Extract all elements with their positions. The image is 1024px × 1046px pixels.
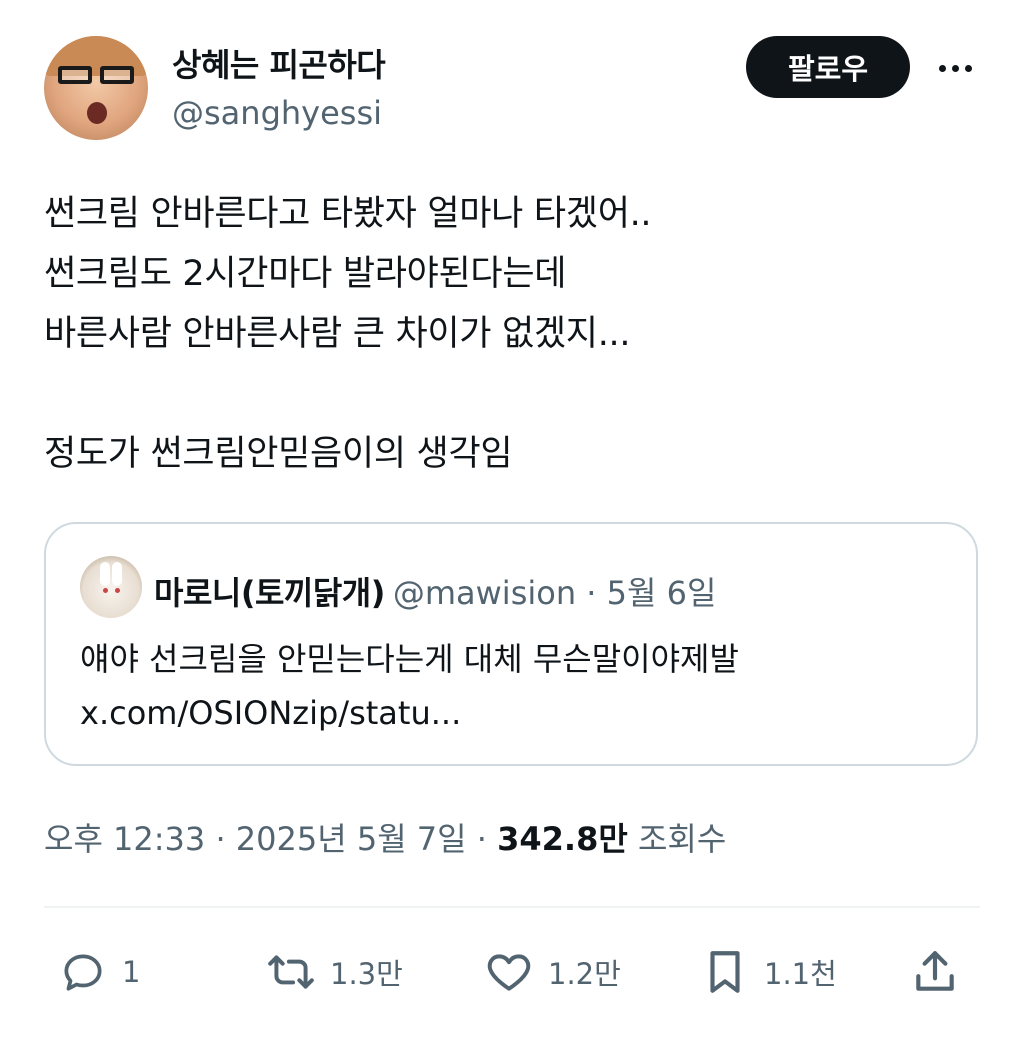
tweet: 상혜는 피곤하다 @sanghyessi 팔로우 썬크림 안바른다고 타봤자 얼…	[0, 0, 1024, 1046]
author-display-name[interactable]: 상혜는 피곤하다	[172, 40, 386, 86]
avatar-glasses	[58, 66, 134, 84]
bookmark-button[interactable]: 1.1천	[700, 940, 837, 1004]
tweet-text-line: 썬크림 안바른다고 타봤자 얼마나 타겠어..	[44, 194, 652, 234]
author-handle[interactable]: @sanghyessi	[172, 94, 382, 132]
tweet-text: 썬크림 안바른다고 타봤자 얼마나 타겠어.. 썬크림도 2시간마다 발라야된다…	[44, 184, 984, 484]
quoted-tweet-link[interactable]: x.com/OSIONzip/statu...	[80, 686, 739, 740]
more-options-icon[interactable]	[930, 48, 980, 88]
tweet-text-line: 정도가 썬크림안믿음이의 생각임	[44, 434, 513, 474]
views-count: 342.8만	[497, 820, 628, 858]
avatar-mouth	[87, 102, 107, 124]
views-label: 조회수	[627, 820, 727, 858]
quoted-author-name: 마로니(토끼닭개)	[154, 574, 385, 612]
share-button[interactable]	[910, 940, 960, 1004]
action-bar: 1 1.3만 1.2만 1.1천	[44, 940, 980, 1004]
like-count: 1.2만	[548, 957, 621, 991]
tweet-text-line: 바른사람 안바른사람 큰 차이가 없겠지...	[44, 314, 631, 354]
repost-count: 1.3만	[330, 957, 403, 991]
tweet-timestamp[interactable]: 오후 12:33 · 2025년 5월 7일 ·	[44, 820, 497, 858]
reply-icon	[64, 954, 102, 991]
bookmark-count: 1.1천	[764, 957, 837, 991]
like-button[interactable]: 1.2만	[484, 940, 621, 1004]
heart-icon	[487, 954, 531, 991]
quoted-author-handle-date: @mawision · 5월 6일	[392, 574, 717, 612]
reply-count: 1	[122, 955, 141, 989]
quoted-tweet-body: 얘야 선크림을 안믿는다는게 대체 무슨말이야제발	[80, 640, 739, 678]
bookmark-icon	[710, 951, 740, 993]
quoted-tweet-card[interactable]: 마로니(토끼닭개) @mawision · 5월 6일 얘야 선크림을 안믿는다는…	[44, 522, 978, 766]
quoted-tweet-header: 마로니(토끼닭개) @mawision · 5월 6일	[154, 568, 716, 614]
tweet-text-line: 썬크림도 2시간마다 발라야된다는데	[44, 254, 567, 294]
repost-icon	[268, 955, 314, 989]
quoted-author-avatar	[80, 556, 142, 618]
author-avatar[interactable]	[44, 36, 148, 140]
tweet-meta: 오후 12:33 · 2025년 5월 7일 · 342.8만 조회수	[44, 814, 726, 860]
repost-button[interactable]: 1.3만	[266, 940, 403, 1004]
divider	[44, 906, 980, 908]
tweet-text-blank-line	[44, 364, 984, 424]
follow-button[interactable]: 팔로우	[746, 36, 910, 98]
reply-button[interactable]: 1	[58, 940, 140, 1004]
share-icon	[916, 951, 954, 991]
quoted-tweet-text: 얘야 선크림을 안믿는다는게 대체 무슨말이야제발 x.com/OSIONzip…	[80, 632, 739, 740]
